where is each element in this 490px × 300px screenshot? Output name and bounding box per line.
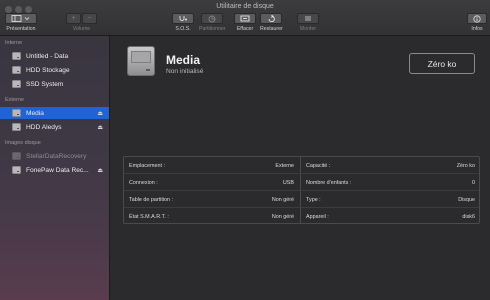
toolbar: Utilitaire de disque Présentation + − Vo… (0, 0, 490, 36)
info-value: disk6 (462, 213, 475, 220)
first-aid-button[interactable] (172, 13, 194, 24)
disk-icon (12, 80, 21, 88)
mount-button[interactable] (297, 13, 319, 24)
info-connection: Connexion : USB (124, 174, 299, 191)
erase-control[interactable]: Effacer (234, 13, 256, 32)
sidebar-view-icon (11, 15, 30, 22)
sidebar-item-fonepaw[interactable]: FonePaw Data Rec... ⏏ (0, 164, 109, 176)
sidebar-item-label: Untitled - Data (26, 52, 69, 60)
info-location: Emplacement : Externe (124, 157, 299, 174)
info-value: 0 (472, 179, 475, 186)
sidebar-item-label: FonePaw Data Rec... (26, 166, 89, 174)
info-label: Appareil : (306, 213, 329, 220)
add-volume-button[interactable]: + (66, 13, 81, 24)
external-drive-icon (127, 46, 155, 76)
sidebar-item-hdd-aledys[interactable]: HDD Aledys ⏏ (0, 121, 109, 133)
eject-icon[interactable]: ⏏ (97, 124, 103, 131)
info-label: Emplacement : (129, 162, 165, 169)
restore-arrow-icon (268, 14, 275, 22)
info-device: Appareil : disk6 (301, 208, 480, 225)
section-external: Externe (5, 97, 24, 103)
info-control[interactable]: Infos (467, 13, 487, 32)
disk-icon (12, 52, 21, 60)
sidebar-item-label: HDD Aledys (26, 123, 62, 131)
sidebar-item-ssd-system[interactable]: SSD System (0, 78, 109, 90)
stethoscope-icon (179, 16, 187, 21)
info-label: Connexion : (129, 179, 158, 186)
info-label: Infos (471, 26, 483, 32)
info-label: Nombre d'enfants : (306, 179, 352, 186)
info-value: Non géré (271, 196, 294, 203)
info-smart-status: État S.M.A.R.T. : Non géré (124, 208, 299, 225)
first-aid-control[interactable]: S.O.S. (172, 13, 194, 32)
eject-icon[interactable]: ⏏ (97, 110, 103, 117)
info-child-count: Nombre d'enfants : 0 (301, 174, 480, 191)
info-button[interactable] (467, 13, 487, 24)
restore-label: Restaurer (260, 26, 283, 32)
disk-image-icon (12, 166, 21, 174)
restore-control[interactable]: Restaurer (260, 13, 283, 32)
info-value: Externe (275, 162, 294, 169)
volume-label: Volume (72, 26, 91, 32)
mount-icon (305, 16, 311, 21)
mount-control[interactable]: Monter (297, 13, 319, 32)
sidebar-item-media[interactable]: Media ⏏ (0, 107, 109, 119)
info-capacity: Capacité : Zéro ko (301, 157, 480, 174)
main-panel: Media Non initialisé Zéro ko Emplacement… (111, 36, 490, 300)
volume-status: Non initialisé (166, 68, 204, 75)
info-partition-map: Table de partition : Non géré (124, 191, 299, 208)
erase-label: Effacer (236, 26, 254, 32)
eraser-icon (240, 15, 250, 22)
volume-buttons: + − (66, 13, 97, 24)
sidebar-item-label: HDD Stockage (26, 66, 70, 74)
remove-volume-button[interactable]: − (82, 13, 97, 24)
info-table: Emplacement : Externe Connexion : USB Ta… (123, 156, 480, 224)
info-label: Table de partition : (129, 196, 174, 203)
info-value: USB (282, 179, 294, 186)
info-value: Disque (458, 196, 475, 203)
sidebar-item-label: Media (26, 109, 44, 117)
restore-button[interactable] (260, 13, 283, 24)
mount-label: Monter (299, 26, 317, 32)
sidebar-item-label: SSD System (26, 80, 64, 88)
partition-label: Partitionner (199, 26, 226, 32)
sidebar-item-stellardatarecovery[interactable]: StellarDataRecovery (0, 150, 109, 162)
info-value: Zéro ko (456, 162, 475, 169)
erase-button[interactable] (234, 13, 256, 24)
drive-led (146, 69, 150, 71)
section-internal: Interne (5, 40, 23, 46)
sidebar-item-untitled-data[interactable]: Untitled - Data (0, 50, 109, 62)
sidebar-item-hdd-stockage[interactable]: HDD Stockage (0, 64, 109, 76)
info-label: État S.M.A.R.T. : (129, 213, 169, 220)
partition-button[interactable] (201, 13, 224, 24)
info-type: Type : Disque (301, 191, 480, 208)
section-disk-images: Images disque (5, 140, 41, 146)
sidebar-toggle-button[interactable] (5, 13, 37, 24)
presentation-control[interactable]: Présentation (5, 13, 37, 32)
partition-control[interactable]: Partitionner (199, 13, 226, 32)
volume-control: + − Volume (66, 13, 97, 32)
info-icon (473, 14, 481, 23)
capacity-box: Zéro ko (409, 53, 475, 74)
disk-icon (12, 109, 21, 117)
disk-icon (12, 123, 21, 131)
info-label: Type : (306, 196, 321, 203)
first-aid-label: S.O.S. (175, 26, 191, 32)
pie-icon (208, 15, 216, 22)
info-value: Non géré (271, 213, 294, 220)
volume-name: Media (166, 53, 201, 67)
sidebar-item-label: StellarDataRecovery (26, 152, 87, 160)
eject-icon[interactable]: ⏏ (97, 167, 103, 174)
drive-slot (131, 51, 151, 63)
info-label: Capacité : (306, 162, 331, 169)
window-title: Utilitaire de disque (216, 3, 274, 10)
disk-image-icon (12, 152, 21, 160)
sidebar: Interne Untitled - Data HDD Stockage SSD… (0, 36, 110, 300)
presentation-label: Présentation (6, 26, 36, 32)
disk-icon (12, 66, 21, 74)
